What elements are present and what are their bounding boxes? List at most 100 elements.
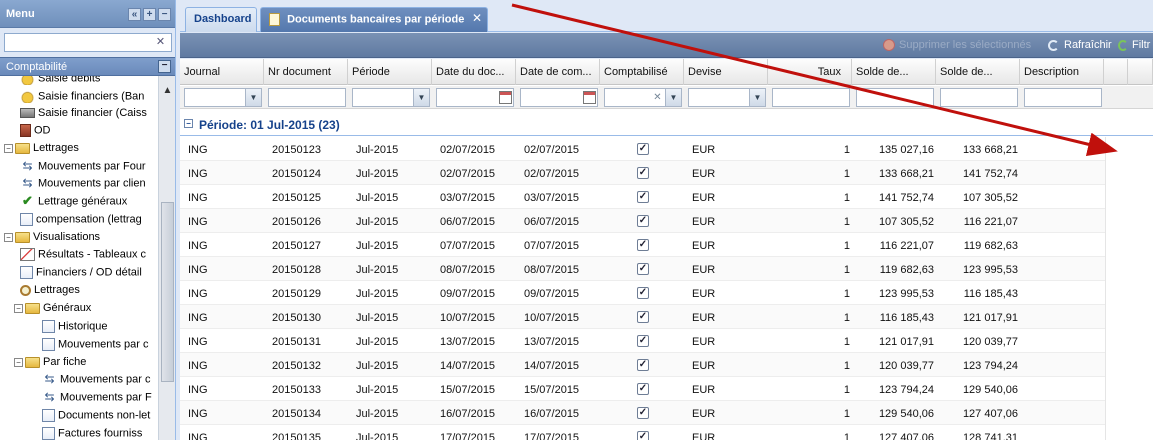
table-row[interactable]: ING 20150129 Jul-2015 09/07/2015 09/07/2015 E…	[180, 281, 1128, 305]
menu-item[interactable]: Résultats - Tableaux c	[20, 248, 146, 266]
posted-checkbox[interactable]: ✓	[637, 263, 649, 275]
table-row[interactable]: ING 20150126 Jul-2015 06/07/2015 06/07/2015 E…	[180, 209, 1128, 233]
menu-item[interactable]: ⇆ Mouvements par F	[42, 391, 151, 409]
column-header[interactable]: Solde de...	[852, 59, 936, 85]
minimize-icon[interactable]: −	[158, 8, 171, 21]
column-header[interactable]: Solde de...	[936, 59, 1020, 85]
column-filter-combo[interactable]: ▼	[352, 88, 430, 107]
section-comptabilite[interactable]: Comptabilité −	[0, 57, 175, 76]
column-header[interactable]: Journal	[180, 59, 264, 85]
column-filter-date[interactable]	[520, 88, 598, 107]
menu-item[interactable]: ✔ Lettrage généraux	[20, 194, 127, 213]
posted-checkbox[interactable]: ✓	[637, 239, 649, 251]
menu-item[interactable]: − Lettrages	[4, 142, 79, 160]
expand-all-icon[interactable]: +	[143, 8, 156, 21]
table-row[interactable]: ING 20150130 Jul-2015 10/07/2015 10/07/2015 E…	[180, 305, 1128, 329]
posted-checkbox[interactable]: ✓	[637, 383, 649, 395]
column-filter-input[interactable]	[268, 88, 346, 107]
tab-documents-bancaires[interactable]: Documents bancaires par période ✕	[260, 7, 488, 32]
refresh-button[interactable]: Rafraîchir	[1048, 39, 1112, 51]
menu-scrollbar[interactable]: ▲	[158, 76, 175, 440]
section-title: Comptabilité	[6, 61, 68, 73]
column-filter-combo[interactable]: ▼	[184, 88, 262, 107]
tab-dashboard[interactable]: Dashboard	[185, 7, 257, 32]
group-collapse-icon[interactable]: −	[184, 119, 193, 128]
table-row[interactable]: ING 20150128 Jul-2015 08/07/2015 08/07/2015 E…	[180, 257, 1128, 281]
menu-item[interactable]: compensation (lettrag	[20, 213, 142, 231]
posted-checkbox[interactable]: ✓	[637, 167, 649, 179]
clear-search-icon[interactable]: ✕	[154, 36, 167, 49]
table-row[interactable]: ING 20150131 Jul-2015 13/07/2015 13/07/2015 E…	[180, 329, 1128, 353]
tree-toggle-icon[interactable]: −	[14, 357, 23, 367]
collapse-all-icon[interactable]: «	[128, 8, 141, 21]
delete-selected-button[interactable]: Supprimer les sélectionnés	[883, 39, 1031, 52]
column-filter-input[interactable]	[772, 88, 850, 107]
posted-checkbox[interactable]: ✓	[637, 359, 649, 371]
column-header[interactable]: Devise	[684, 59, 768, 85]
posted-checkbox[interactable]: ✓	[637, 311, 649, 323]
scroll-up-icon[interactable]: ▲	[162, 86, 173, 96]
scrollbar-thumb[interactable]	[161, 202, 174, 382]
menu-item[interactable]: OD	[20, 124, 51, 142]
menu-item[interactable]: − Généraux	[14, 302, 91, 320]
column-header[interactable]: Période	[348, 59, 432, 85]
table-row[interactable]: ING 20150123 Jul-2015 02/07/2015 02/07/2015 E…	[180, 137, 1128, 161]
column-header[interactable]	[1104, 59, 1128, 85]
posted-checkbox[interactable]: ✓	[637, 407, 649, 419]
table-row[interactable]: ING 20150135 Jul-2015 17/07/2015 17/07/2015 E…	[180, 425, 1128, 440]
menu-search-input[interactable]	[4, 33, 172, 52]
posted-checkbox[interactable]: ✓	[637, 335, 649, 347]
menu-item[interactable]: Mouvements par c	[42, 338, 148, 356]
table-row[interactable]: ING 20150132 Jul-2015 14/07/2015 14/07/2015 E…	[180, 353, 1128, 377]
menu-item[interactable]: − Visualisations	[4, 231, 100, 249]
column-header[interactable]: Date du doc...	[432, 59, 516, 85]
column-filter-input[interactable]	[940, 88, 1018, 107]
clear-filter-icon[interactable]: ✕	[651, 91, 664, 104]
table-row[interactable]: ING 20150133 Jul-2015 15/07/2015 15/07/2015 E…	[180, 377, 1128, 401]
column-header[interactable]: Comptabilisé	[600, 59, 684, 85]
table-row[interactable]: ING 20150125 Jul-2015 03/07/2015 03/07/2015 E…	[180, 185, 1128, 209]
posted-checkbox[interactable]: ✓	[637, 143, 649, 155]
tree-toggle-icon[interactable]: −	[14, 303, 23, 313]
column-header[interactable]	[1128, 59, 1153, 85]
tree-toggle-icon[interactable]: −	[4, 143, 13, 153]
menu-item[interactable]: Financiers / OD détail	[20, 266, 142, 284]
menu-item[interactable]: ⇆ Mouvements par c	[42, 373, 150, 391]
menu-item[interactable]: Documents non-let	[42, 409, 150, 427]
section-collapse-icon[interactable]: −	[158, 60, 171, 73]
menu-item[interactable]: ⇆ Mouvements par clien	[20, 177, 145, 195]
table-row[interactable]: ING 20150134 Jul-2015 16/07/2015 16/07/2015 E…	[180, 401, 1128, 425]
menu-item[interactable]: Factures fourniss	[42, 427, 142, 440]
menu-item[interactable]: Lettrages	[20, 284, 80, 302]
menu-item[interactable]: ⇆ Mouvements par Four	[20, 160, 145, 178]
menu-item[interactable]: Historique	[42, 320, 108, 338]
tree-toggle-icon[interactable]: −	[4, 232, 13, 242]
calendar-icon[interactable]	[499, 91, 512, 104]
posted-checkbox[interactable]: ✓	[637, 431, 649, 440]
column-filter-combo[interactable]: ▼	[688, 88, 766, 107]
posted-checkbox[interactable]: ✓	[637, 287, 649, 299]
dropdown-arrow-icon[interactable]: ▼	[413, 89, 429, 106]
dropdown-arrow-icon[interactable]: ▼	[665, 89, 681, 106]
column-header[interactable]: Date de com...	[516, 59, 600, 85]
close-tab-icon[interactable]: ✕	[472, 11, 482, 25]
column-filter-date[interactable]	[436, 88, 514, 107]
menu-item[interactable]: Saisie débits	[20, 76, 100, 90]
dropdown-arrow-icon[interactable]: ▼	[749, 89, 765, 106]
column-filter-combo[interactable]: ✕ ▼	[604, 88, 682, 107]
group-header[interactable]: − Période: 01 Jul-2015 (23)	[180, 111, 1153, 136]
column-header[interactable]: Description	[1020, 59, 1104, 85]
posted-checkbox[interactable]: ✓	[637, 191, 649, 203]
calendar-icon[interactable]	[583, 91, 596, 104]
posted-checkbox[interactable]: ✓	[637, 215, 649, 227]
column-header[interactable]: Taux	[768, 59, 852, 85]
column-filter-input[interactable]	[856, 88, 934, 107]
table-row[interactable]: ING 20150127 Jul-2015 07/07/2015 07/07/2015 E…	[180, 233, 1128, 257]
column-filter-input[interactable]	[1024, 88, 1102, 107]
table-row[interactable]: ING 20150124 Jul-2015 02/07/2015 02/07/2015 E…	[180, 161, 1128, 185]
filter-button[interactable]: Filtr	[1118, 39, 1150, 51]
column-header[interactable]: Nr document	[264, 59, 348, 85]
menu-item[interactable]: Saisie financier (Caiss	[20, 107, 147, 125]
menu-item[interactable]: Saisie financiers (Ban	[20, 90, 144, 108]
dropdown-arrow-icon[interactable]: ▼	[245, 89, 261, 106]
